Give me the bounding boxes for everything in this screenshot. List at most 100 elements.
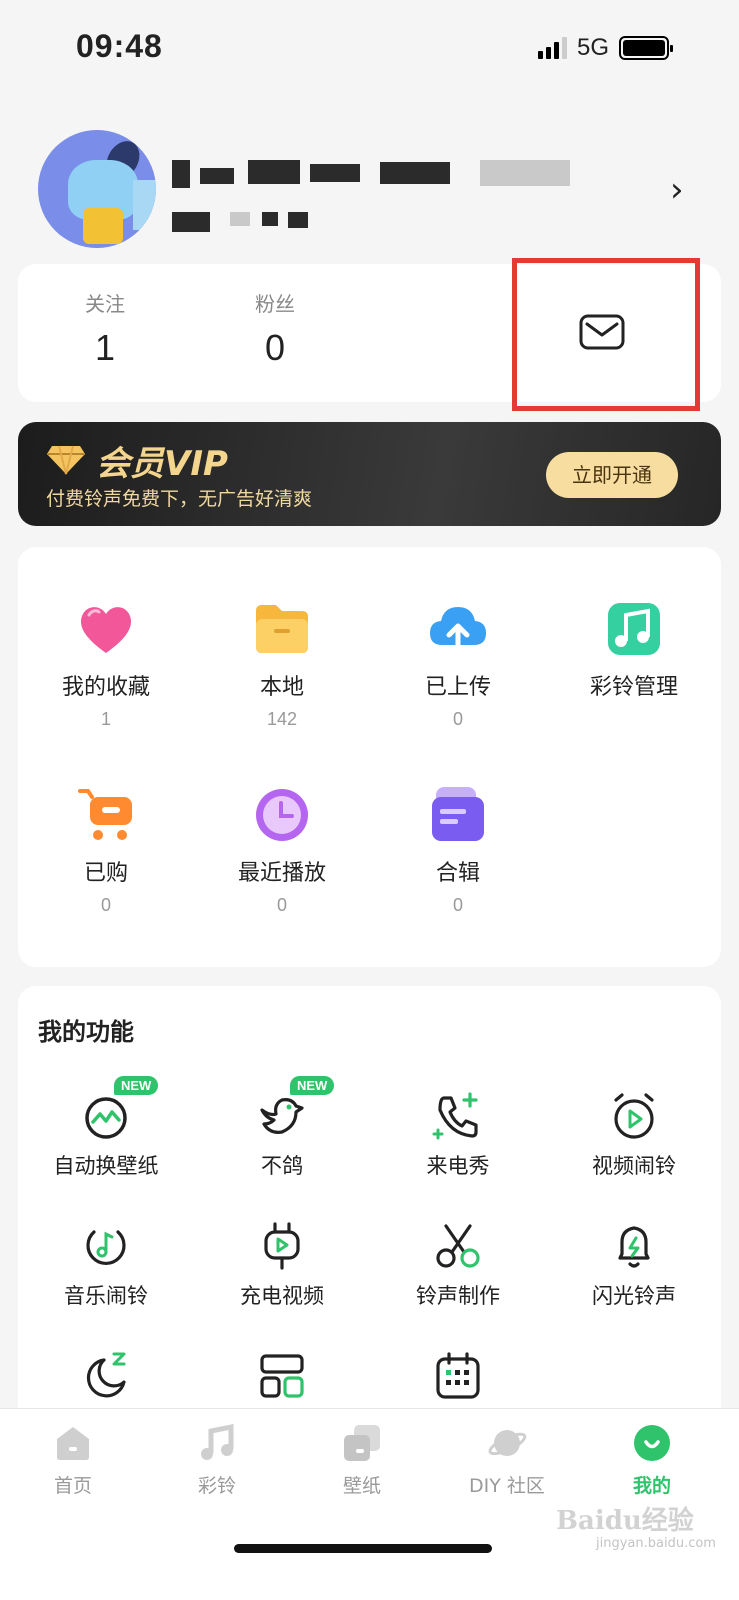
tab-ringback[interactable]: 彩铃 bbox=[162, 1423, 272, 1498]
auto-wallpaper-icon: NEW bbox=[80, 1076, 159, 1142]
grid-label: 已购 bbox=[83, 861, 128, 886]
phone-icon bbox=[432, 1090, 484, 1142]
stat-followers[interactable]: 粉丝 0 bbox=[230, 288, 320, 369]
widget-icon bbox=[256, 1350, 308, 1402]
func-label: 闪光铃声 bbox=[592, 1284, 676, 1308]
flash-bell-icon bbox=[608, 1220, 660, 1272]
folder-icon bbox=[252, 599, 312, 659]
network-type: 5G bbox=[577, 34, 610, 61]
status-time: 09:48 bbox=[76, 28, 163, 64]
tab-label: 彩铃 bbox=[197, 1475, 236, 1497]
grid-count: 0 bbox=[100, 895, 111, 915]
grid-label: 我的收藏 bbox=[61, 675, 150, 700]
stat-label: 粉丝 bbox=[255, 292, 295, 316]
new-badge: NEW bbox=[290, 1076, 335, 1095]
grid-count: 0 bbox=[276, 895, 287, 915]
func-label: 充电视频 bbox=[240, 1284, 324, 1308]
tab-diy-community[interactable]: DIY 社区 bbox=[452, 1423, 562, 1498]
calendar-icon bbox=[432, 1350, 484, 1402]
scissors-icon bbox=[432, 1220, 484, 1272]
diamond-icon bbox=[46, 442, 86, 476]
annotation-highlight-box bbox=[512, 258, 700, 411]
profile-icon bbox=[632, 1423, 672, 1463]
tab-label: DIY 社区 bbox=[469, 1475, 545, 1497]
func-charging-video[interactable]: 充电视频 bbox=[194, 1220, 370, 1310]
func-auto-wallpaper[interactable]: NEW 自动换壁纸 bbox=[18, 1076, 194, 1180]
grid-label: 最近播放 bbox=[237, 861, 326, 886]
vip-banner[interactable]: 会员VIP 付费铃声免费下，无广告好清爽 立即开通 bbox=[18, 422, 721, 526]
func-sleep[interactable] bbox=[18, 1350, 194, 1410]
cart-icon bbox=[76, 785, 136, 845]
status-bar: 09:48 5G bbox=[0, 0, 739, 100]
func-calendar[interactable] bbox=[370, 1350, 546, 1410]
grid-count: 1 bbox=[100, 709, 111, 729]
tab-label: 我的 bbox=[632, 1475, 671, 1497]
tab-home[interactable]: 首页 bbox=[18, 1423, 128, 1498]
chevron-right-icon[interactable]: › bbox=[670, 170, 684, 210]
charging-video-icon bbox=[256, 1220, 308, 1272]
music-icon bbox=[197, 1423, 237, 1463]
cloud-upload-icon bbox=[428, 599, 488, 659]
tab-label: 首页 bbox=[53, 1475, 92, 1497]
home-icon bbox=[53, 1423, 93, 1463]
new-badge: NEW bbox=[114, 1076, 159, 1095]
library-grid: 我的收藏 1 本地 142 已上传 0 彩铃管理 已购 0 最近播放 0 合辑 … bbox=[18, 547, 721, 967]
grid-item-albums[interactable]: 合辑 0 bbox=[370, 785, 546, 916]
status-indicators: 5G bbox=[538, 34, 674, 62]
func-bu-ge[interactable]: NEW 不鸽 bbox=[194, 1076, 370, 1180]
watermark-url: jingyan.baidu.com bbox=[596, 1536, 716, 1551]
stat-following[interactable]: 关注 1 bbox=[60, 288, 150, 369]
func-label: 铃声制作 bbox=[416, 1284, 500, 1308]
grid-item-recent[interactable]: 最近播放 0 bbox=[194, 785, 370, 916]
vip-title: 会员VIP bbox=[96, 444, 228, 484]
func-label: 视频闹铃 bbox=[592, 1154, 676, 1178]
func-video-alarm[interactable]: 视频闹铃 bbox=[546, 1090, 722, 1180]
stat-label: 关注 bbox=[85, 292, 125, 316]
heart-icon bbox=[76, 599, 136, 659]
grid-item-uploaded[interactable]: 已上传 0 bbox=[370, 599, 546, 730]
func-music-alarm[interactable]: 音乐闹铃 bbox=[18, 1220, 194, 1310]
video-alarm-icon bbox=[608, 1090, 660, 1142]
func-widget[interactable] bbox=[194, 1350, 370, 1410]
tab-label: 壁纸 bbox=[342, 1475, 381, 1497]
signal-icon bbox=[538, 37, 567, 59]
battery-icon bbox=[619, 36, 674, 60]
music-alarm-icon bbox=[80, 1220, 132, 1272]
grid-item-purchased[interactable]: 已购 0 bbox=[18, 785, 194, 916]
vip-open-button[interactable]: 立即开通 bbox=[546, 452, 678, 498]
grid-label: 已上传 bbox=[424, 675, 491, 700]
wallpaper-icon bbox=[342, 1423, 382, 1463]
album-icon bbox=[428, 785, 488, 845]
planet-icon bbox=[487, 1423, 527, 1463]
stat-value: 1 bbox=[94, 327, 116, 368]
bird-icon: NEW bbox=[256, 1076, 335, 1142]
grid-label: 合辑 bbox=[435, 861, 480, 886]
func-label: 自动换壁纸 bbox=[53, 1154, 159, 1178]
grid-count: 0 bbox=[452, 895, 463, 915]
func-ringtone-maker[interactable]: 铃声制作 bbox=[370, 1220, 546, 1310]
clock-icon bbox=[252, 785, 312, 845]
func-flash-ringtone[interactable]: 闪光铃声 bbox=[546, 1220, 722, 1310]
grid-item-favorites[interactable]: 我的收藏 1 bbox=[18, 599, 194, 730]
grid-count: 0 bbox=[452, 709, 463, 729]
func-label: 不鸽 bbox=[261, 1154, 303, 1178]
moon-sleep-icon bbox=[80, 1350, 132, 1402]
tab-mine[interactable]: 我的 bbox=[597, 1423, 707, 1498]
grid-label: 本地 bbox=[259, 675, 304, 700]
func-label: 来电秀 bbox=[426, 1154, 490, 1178]
home-indicator[interactable] bbox=[234, 1544, 492, 1553]
grid-item-ringback-manage[interactable]: 彩铃管理 bbox=[546, 599, 722, 709]
stat-value: 0 bbox=[264, 327, 286, 368]
music-note-icon bbox=[604, 599, 664, 659]
grid-item-local[interactable]: 本地 142 bbox=[194, 599, 370, 730]
grid-label: 彩铃管理 bbox=[589, 675, 678, 700]
avatar[interactable] bbox=[38, 130, 156, 248]
profile-header[interactable]: › bbox=[0, 120, 739, 260]
func-caller-show[interactable]: 来电秀 bbox=[370, 1090, 546, 1180]
watermark: Baidu经验 bbox=[556, 1506, 694, 1536]
my-functions-card: 我的功能 NEW 自动换壁纸 NEW 不鸽 来电秀 视频闹铃 音乐闹铃 充电视频… bbox=[18, 986, 721, 1446]
vip-subtitle: 付费铃声免费下，无广告好清爽 bbox=[46, 488, 313, 510]
section-title: 我的功能 bbox=[38, 1018, 134, 1046]
tab-wallpaper[interactable]: 壁纸 bbox=[307, 1423, 417, 1498]
grid-count: 142 bbox=[266, 709, 298, 729]
